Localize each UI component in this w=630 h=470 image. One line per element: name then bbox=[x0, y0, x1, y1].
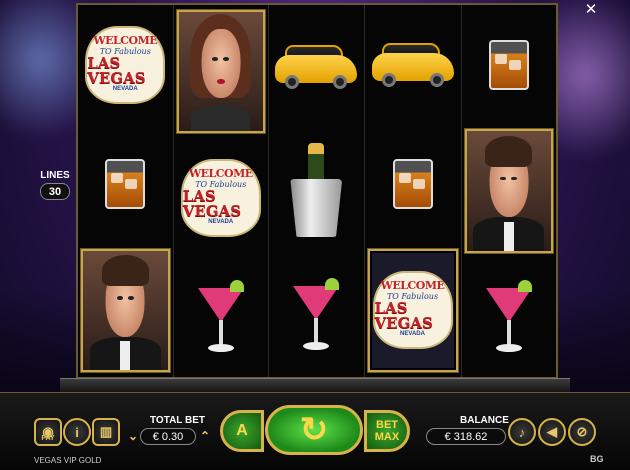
symbol-limo bbox=[269, 5, 364, 129]
paytable-button[interactable]: ◉ PAY bbox=[34, 418, 62, 446]
speaker-icon: ◀ bbox=[547, 424, 557, 439]
info-button[interactable]: i bbox=[63, 418, 91, 446]
bet-max-label: BET MAX bbox=[374, 419, 400, 443]
sign-city-text: LAS VEGAS bbox=[182, 186, 242, 220]
man-portrait-icon bbox=[83, 250, 168, 370]
game-title: VEGAS VIP GOLD bbox=[34, 456, 102, 465]
close-icon[interactable]: ✕ bbox=[583, 2, 599, 18]
symbol-whisky bbox=[462, 5, 557, 124]
symbol-whisky bbox=[365, 124, 461, 243]
limo-icon bbox=[275, 45, 358, 89]
settings-button[interactable]: ⊘ bbox=[568, 418, 596, 446]
reel-1: WELCOME TO Fabulous LAS VEGAS NEVADA bbox=[78, 5, 174, 377]
settings-icon: ⊘ bbox=[576, 424, 588, 439]
martini-icon bbox=[197, 280, 244, 354]
sign-state-text: NEVADA bbox=[208, 218, 234, 225]
music-button[interactable]: ♪ bbox=[508, 418, 536, 446]
whisky-glass-icon bbox=[392, 158, 433, 209]
woman-portrait-icon bbox=[178, 12, 263, 132]
reel-4: WELCOME TO Fabulous LAS VEGAS NEVADA bbox=[365, 5, 462, 377]
sign-state-text: NEVADA bbox=[400, 331, 425, 338]
martini-icon bbox=[485, 280, 532, 354]
whisky-glass-icon bbox=[488, 39, 529, 90]
lines-indicator: LINES 30 bbox=[40, 170, 70, 200]
man-portrait-icon bbox=[466, 131, 551, 251]
sign-city-text: LAS VEGAS bbox=[87, 53, 146, 87]
total-bet-label: TOTAL BET bbox=[150, 415, 205, 426]
lines-label: LINES bbox=[40, 170, 70, 181]
autoplay-button[interactable]: A bbox=[220, 410, 264, 452]
symbol-martini bbox=[174, 258, 269, 377]
champagne-bucket-icon bbox=[290, 143, 343, 239]
sign-city-text: LAS VEGAS bbox=[374, 299, 433, 333]
symbol-limo bbox=[365, 5, 461, 124]
symbol-martini bbox=[462, 258, 557, 377]
lines-value: 30 bbox=[40, 183, 70, 200]
music-note-icon: ♪ bbox=[518, 424, 526, 440]
brand-logo: BG bbox=[590, 454, 604, 464]
info-icon: i bbox=[75, 424, 79, 440]
martini-icon bbox=[293, 278, 340, 352]
symbol-welcome-sign: WELCOME TO Fabulous LAS VEGAS NEVADA bbox=[174, 138, 269, 257]
sign-welcome-text: WELCOME bbox=[93, 33, 158, 47]
pay-label: PAY bbox=[41, 435, 55, 442]
sign-state-text: NEVADA bbox=[112, 85, 138, 92]
history-button[interactable]: ▥ bbox=[92, 418, 120, 446]
balance-value: € 318.62 bbox=[426, 428, 506, 445]
whisky-glass-icon bbox=[105, 158, 146, 209]
bet-max-button[interactable]: BET MAX bbox=[364, 410, 410, 452]
autoplay-icon: A bbox=[236, 422, 248, 439]
symbol-portrait-woman bbox=[176, 10, 265, 134]
symbol-martini bbox=[269, 253, 364, 377]
bet-decrease-chevron-icon[interactable]: ⌄ bbox=[128, 429, 138, 443]
cards-icon: ▥ bbox=[99, 424, 113, 439]
welcome-sign-icon: WELCOME TO Fabulous LAS VEGAS NEVADA bbox=[178, 153, 264, 243]
reel-3 bbox=[269, 5, 365, 377]
limo-icon bbox=[371, 42, 454, 87]
welcome-sign-icon: WELCOME TO Fabulous LAS VEGAS NEVADA bbox=[370, 265, 456, 355]
reel-5 bbox=[462, 5, 557, 377]
spin-button[interactable]: ↻ bbox=[265, 405, 363, 455]
reel-ledge bbox=[60, 378, 570, 392]
balance-label: BALANCE bbox=[460, 415, 509, 426]
symbol-welcome-sign: WELCOME TO Fabulous LAS VEGAS NEVADA bbox=[367, 248, 458, 372]
symbol-whisky bbox=[78, 124, 173, 243]
symbol-portrait-man bbox=[464, 129, 553, 253]
total-bet-value: € 0.30 bbox=[140, 428, 196, 445]
sign-welcome-text: WELCOME bbox=[380, 279, 445, 293]
reel-grid: WELCOME TO Fabulous LAS VEGAS NEVADA WEL… bbox=[76, 3, 558, 379]
spin-arrow-icon: ↻ bbox=[299, 411, 329, 449]
symbol-portrait-man bbox=[81, 248, 170, 372]
bet-increase-chevron-icon[interactable]: ⌃ bbox=[200, 429, 210, 443]
symbol-welcome-sign: WELCOME TO Fabulous LAS VEGAS NEVADA bbox=[78, 5, 173, 124]
sign-welcome-text: WELCOME bbox=[188, 166, 253, 180]
welcome-sign-icon: WELCOME TO Fabulous LAS VEGAS NEVADA bbox=[82, 20, 168, 110]
sound-button[interactable]: ◀ bbox=[538, 418, 566, 446]
reel-2: WELCOME TO Fabulous LAS VEGAS NEVADA bbox=[174, 5, 269, 377]
symbol-champagne bbox=[269, 129, 364, 253]
